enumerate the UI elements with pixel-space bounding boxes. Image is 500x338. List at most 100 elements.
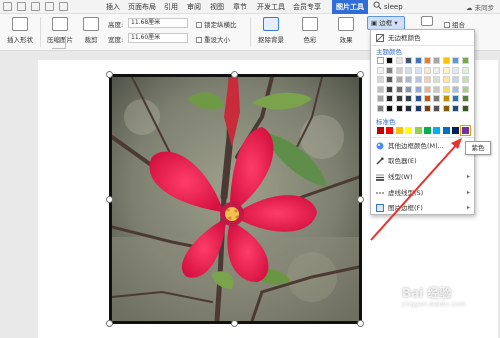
theme-color-swatch[interactable] (452, 95, 460, 102)
theme-color-swatch[interactable] (433, 95, 441, 102)
theme-color-swatch[interactable] (433, 57, 441, 64)
theme-color-swatch[interactable] (414, 57, 422, 64)
standard-color-swatch[interactable] (395, 127, 403, 134)
theme-color-swatch[interactable] (405, 95, 413, 102)
tab-insert[interactable]: 插入 (106, 2, 120, 12)
theme-color-swatch[interactable] (377, 104, 384, 112)
theme-color-swatch[interactable] (424, 76, 431, 83)
print-icon[interactable] (45, 2, 54, 11)
rotate-button[interactable] (418, 16, 436, 26)
resize-handle-top[interactable] (231, 71, 238, 78)
theme-color-swatch[interactable] (452, 57, 460, 64)
border-button[interactable]: ▣ 边框 ▾ (367, 16, 405, 30)
format-painter-icon[interactable] (59, 2, 68, 11)
color-button[interactable]: 色彩 (298, 17, 322, 44)
theme-color-swatch[interactable] (433, 76, 441, 83)
theme-color-swatch[interactable] (461, 95, 469, 102)
theme-color-swatch[interactable] (386, 57, 394, 64)
resize-handle-bottom[interactable] (231, 320, 238, 327)
theme-color-swatch[interactable] (461, 85, 469, 93)
theme-color-swatch[interactable] (461, 66, 469, 74)
theme-color-swatch[interactable] (452, 76, 460, 83)
standard-color-swatch[interactable] (442, 127, 450, 134)
theme-color-swatch[interactable] (424, 85, 431, 93)
tab-picture-tools[interactable]: 图片工具 (332, 0, 368, 14)
tab-page-layout[interactable]: 页面布局 (128, 2, 156, 12)
no-border-color-item[interactable]: 无边框颜色 (371, 32, 474, 44)
theme-color-swatch[interactable] (452, 66, 460, 74)
height-input[interactable]: 11.68厘米 (128, 18, 188, 28)
standard-color-swatch[interactable] (377, 127, 384, 134)
theme-color-swatch[interactable] (442, 76, 450, 83)
theme-color-swatch[interactable] (461, 76, 469, 83)
theme-color-swatch[interactable] (424, 66, 431, 74)
theme-color-swatch[interactable] (386, 66, 394, 74)
theme-color-swatch[interactable] (395, 85, 403, 93)
line-style-item[interactable]: 线型(W) ▸ (371, 171, 474, 183)
theme-color-swatch[interactable] (442, 85, 450, 93)
theme-color-swatch[interactable] (414, 85, 422, 93)
theme-color-swatch[interactable] (395, 95, 403, 102)
theme-color-swatch[interactable] (377, 85, 384, 93)
theme-color-swatch[interactable] (405, 85, 413, 93)
theme-color-swatch[interactable] (395, 76, 403, 83)
theme-color-swatch[interactable] (452, 85, 460, 93)
theme-color-swatch[interactable] (442, 66, 450, 74)
theme-color-swatch[interactable] (414, 66, 422, 74)
tab-review[interactable]: 审阅 (187, 2, 201, 12)
theme-color-swatch[interactable] (386, 95, 394, 102)
standard-color-swatch[interactable] (414, 127, 422, 134)
theme-color-swatch[interactable] (424, 95, 431, 102)
width-input[interactable]: 11.60厘米 (128, 33, 188, 43)
theme-color-swatch[interactable] (424, 104, 431, 112)
theme-color-swatch[interactable] (442, 57, 450, 64)
redo-icon[interactable] (17, 2, 26, 11)
resize-handle-top-right[interactable] (357, 71, 364, 78)
standard-color-swatch[interactable] (452, 127, 460, 134)
theme-color-swatch[interactable] (377, 76, 384, 83)
theme-color-swatch[interactable] (395, 57, 403, 64)
dash-style-item[interactable]: 虚线线型(S) ▸ (371, 187, 474, 199)
picture-border-item[interactable]: 图片边框(F) ▸ (371, 202, 474, 214)
crop-button[interactable]: 裁剪 (80, 17, 102, 44)
standard-color-swatch[interactable] (424, 127, 431, 134)
theme-color-swatch[interactable] (395, 66, 403, 74)
eyedropper-item[interactable]: 取色器(E) (371, 155, 474, 167)
lock-ratio-checkbox[interactable]: 锁定纵横比 (196, 19, 237, 29)
resize-handle-top-left[interactable] (106, 71, 113, 78)
theme-color-swatch[interactable] (377, 95, 384, 102)
selected-picture[interactable] (109, 74, 362, 324)
theme-color-swatch[interactable] (414, 95, 422, 102)
tab-view[interactable]: 视图 (210, 2, 224, 12)
theme-color-swatch[interactable] (433, 85, 441, 93)
resize-handle-right[interactable] (357, 196, 364, 203)
standard-color-swatch[interactable] (459, 125, 471, 136)
theme-color-swatch[interactable] (386, 85, 394, 93)
theme-color-swatch[interactable] (433, 104, 441, 112)
theme-color-swatch[interactable] (442, 104, 450, 112)
insert-shape-button[interactable]: 插入形状 (2, 17, 38, 44)
search-box[interactable]: sleep (373, 1, 435, 13)
theme-color-swatch[interactable] (424, 57, 431, 64)
theme-color-swatch[interactable] (405, 66, 413, 74)
theme-color-swatch[interactable] (377, 57, 384, 64)
standard-color-swatch[interactable] (386, 127, 394, 134)
save-icon[interactable] (31, 2, 40, 11)
combine-button[interactable]: 组合 (444, 19, 465, 29)
compress-picture-button[interactable]: 压缩图片 (44, 17, 76, 44)
theme-color-swatch[interactable] (414, 104, 422, 112)
theme-color-swatch[interactable] (386, 104, 394, 112)
remove-background-button[interactable]: 抠除背景 (254, 17, 288, 44)
resize-handle-bottom-right[interactable] (357, 320, 364, 327)
theme-color-swatch[interactable] (433, 66, 441, 74)
theme-color-swatch[interactable] (442, 95, 450, 102)
resize-handle-left[interactable] (106, 196, 113, 203)
theme-color-swatch[interactable] (386, 76, 394, 83)
tab-chapter[interactable]: 章节 (233, 2, 247, 12)
tab-developer[interactable]: 开发工具 (257, 2, 285, 12)
theme-color-swatch[interactable] (452, 104, 460, 112)
resize-handle-bottom-left[interactable] (106, 320, 113, 327)
sync-status[interactable]: ☁ 未同步 (466, 2, 494, 12)
tab-references[interactable]: 引用 (164, 2, 178, 12)
theme-color-swatch[interactable] (461, 57, 469, 64)
